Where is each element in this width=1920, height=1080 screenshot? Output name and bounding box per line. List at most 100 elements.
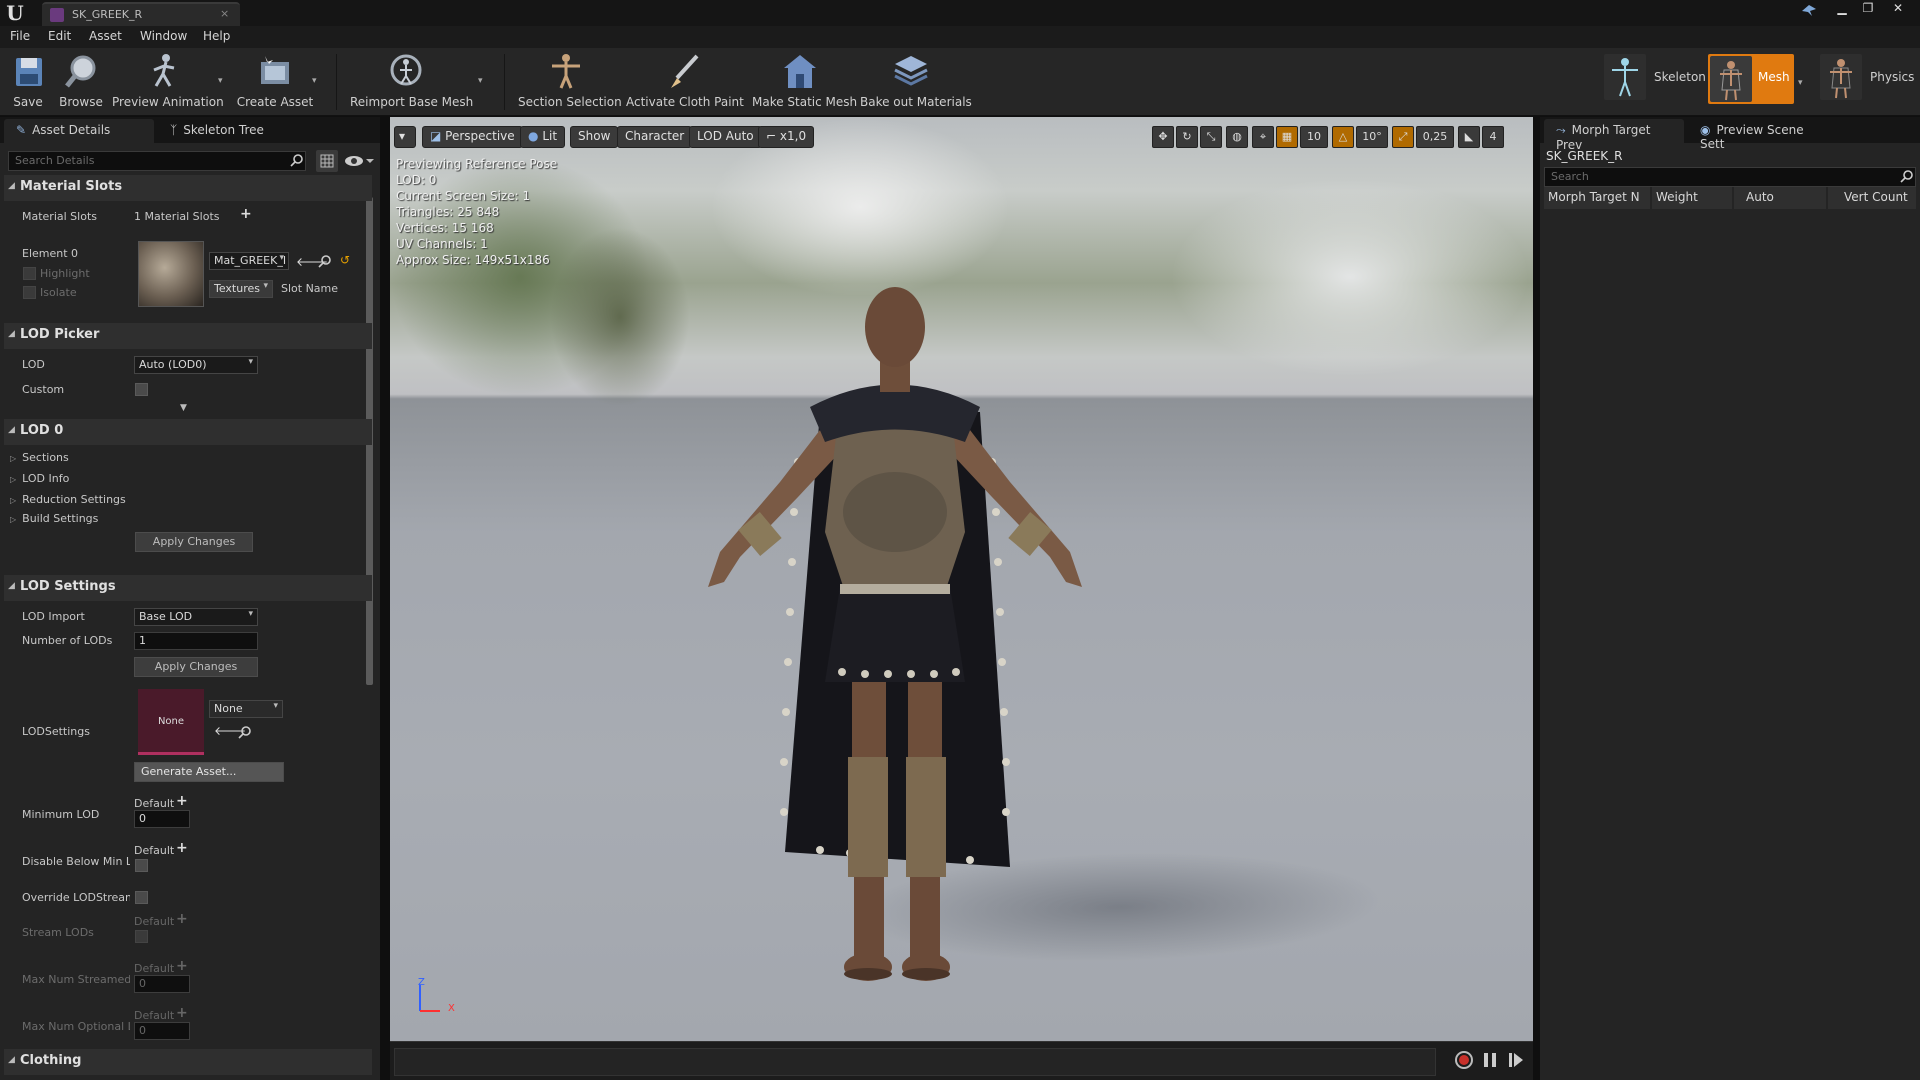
grid-snap-value[interactable]: 10 — [1300, 126, 1328, 148]
record-icon[interactable] — [1454, 1050, 1474, 1074]
rotation-snap-icon[interactable]: △ — [1332, 126, 1354, 148]
tab-asset-details[interactable]: ✎ Asset Details — [4, 119, 154, 143]
tree-item-build-settings[interactable]: ▷ Build Settings — [10, 512, 98, 525]
create-asset-button[interactable]: Create Asset — [236, 48, 314, 114]
highlight-checkbox[interactable] — [23, 267, 36, 280]
lod-settings-section-header[interactable]: ◢ LOD Settings — [4, 575, 372, 601]
number-of-lods-input[interactable]: 1 — [134, 632, 258, 650]
surface-snap-icon[interactable]: ⌖ — [1252, 126, 1274, 148]
tree-item-sections[interactable]: ▷ Sections — [10, 451, 69, 464]
tree-item-lod-info[interactable]: ▷ LOD Info — [10, 472, 69, 485]
minimize-button[interactable]: ▁ — [1829, 0, 1855, 18]
3d-viewport[interactable]: ▾ ◪ Perspective ● Lit Show Character LOD… — [390, 117, 1533, 1041]
grid-snap-icon[interactable]: ▦ — [1276, 126, 1298, 148]
save-button[interactable]: Save — [8, 48, 48, 114]
timeline-track[interactable] — [394, 1048, 1436, 1076]
menu-window[interactable]: Window — [140, 29, 187, 43]
camera-speed-value[interactable]: 4 — [1482, 126, 1504, 148]
menu-file[interactable]: File — [10, 29, 30, 43]
reset-to-default-icon[interactable]: ↺ — [340, 253, 350, 267]
minimum-lod-input[interactable]: 0 — [134, 810, 190, 828]
lit-button[interactable]: ● Lit — [520, 126, 566, 148]
material-picker-dropdown[interactable]: Mat_GREEK_I ▾ — [209, 252, 289, 270]
add-platform-override-icon[interactable]: + — [176, 793, 188, 809]
menu-edit[interactable]: Edit — [48, 29, 71, 43]
asset-document-tab[interactable]: SK_GREEK_R × — [42, 2, 240, 26]
lod-import-dropdown[interactable]: Base LOD ▾ — [134, 608, 258, 626]
tab-close-icon[interactable]: × — [220, 7, 229, 20]
tab-preview-scene-settings[interactable]: ◉ Preview Scene Sett — [1688, 119, 1838, 151]
add-platform-override-icon[interactable]: + — [176, 840, 188, 856]
tab-skeleton-tree[interactable]: ᛉ Skeleton Tree — [158, 119, 308, 143]
lod-picker-section-header[interactable]: ◢ LOD Picker — [4, 323, 372, 349]
camera-speed-icon[interactable]: ◣ — [1458, 126, 1480, 148]
translate-icon[interactable]: ✥ — [1152, 126, 1174, 148]
browse-magnifier-icon[interactable] — [238, 725, 252, 739]
viewport-options-button[interactable]: ▾ — [394, 126, 416, 148]
info-lod: LOD: 0 — [396, 173, 437, 187]
lod0-apply-changes-button[interactable]: Apply Changes — [135, 532, 253, 552]
browse-magnifier-icon[interactable] — [318, 254, 332, 268]
visibility-eye-icon[interactable] — [344, 153, 374, 169]
mode-mesh-button[interactable]: Mesh — [1708, 54, 1794, 104]
rotate-icon[interactable]: ↻ — [1176, 126, 1198, 148]
scale-icon[interactable]: ⤡ — [1200, 126, 1222, 148]
pause-icon[interactable] — [1482, 1050, 1498, 1074]
make-static-mesh-button[interactable]: Make Static Mesh — [752, 48, 857, 114]
column-weight[interactable]: Weight — [1652, 187, 1732, 209]
greek-warrior-character-mesh[interactable] — [680, 212, 1150, 1041]
textures-dropdown[interactable]: Textures ▾ — [209, 280, 273, 298]
tab-morph-target-preview[interactable]: ⤳ Morph Target Prev — [1544, 119, 1684, 152]
step-forward-icon[interactable] — [1508, 1050, 1524, 1074]
material-thumbnail[interactable] — [138, 241, 204, 307]
playback-speed-button[interactable]: ⌐ x1,0 — [758, 126, 815, 148]
activate-cloth-paint-button[interactable]: Activate Cloth Paint — [626, 48, 744, 114]
disable-below-min-lod-checkbox[interactable] — [135, 859, 148, 872]
morph-target-search-input[interactable]: Search — [1544, 167, 1916, 187]
add-material-slot-icon[interactable]: + — [240, 206, 252, 222]
clothing-section-header[interactable]: ◢ Clothing — [4, 1049, 372, 1075]
character-button[interactable]: Character — [617, 126, 693, 148]
menu-help[interactable]: Help — [203, 29, 230, 43]
bake-out-materials-button[interactable]: Bake out Materials — [860, 48, 972, 114]
details-search-input[interactable]: Search Details — [8, 151, 306, 171]
show-button[interactable]: Show — [570, 126, 619, 148]
lodsettings-thumbnail[interactable]: None — [138, 689, 204, 755]
reimport-base-mesh-button[interactable]: Reimport Base Mesh — [350, 48, 473, 114]
perspective-button[interactable]: ◪ Perspective — [422, 126, 523, 148]
scale-snap-icon[interactable]: ⤢ — [1392, 126, 1414, 148]
menu-asset[interactable]: Asset — [89, 29, 122, 43]
tree-item-reduction-settings[interactable]: ▷ Reduction Settings — [10, 493, 126, 506]
mode-skeleton-button[interactable]: Skeleton — [1604, 54, 1706, 104]
close-button[interactable]: ✕ — [1885, 0, 1911, 18]
preview-animation-button[interactable]: Preview Animation — [112, 48, 224, 114]
mode-physics-button[interactable]: Physics — [1820, 54, 1920, 104]
material-slots-section-header[interactable]: ◢ Material Slots — [4, 175, 372, 201]
world-local-icon[interactable]: ◍ — [1226, 126, 1248, 148]
view-options-grid-icon[interactable] — [316, 150, 338, 172]
expand-advanced-icon[interactable]: ▼ — [180, 403, 187, 413]
reimport-dropdown-icon[interactable]: ▾ — [478, 76, 483, 86]
restore-button[interactable]: ❐ — [1855, 0, 1881, 18]
notification-icon[interactable] — [1800, 3, 1818, 17]
scale-snap-value[interactable]: 0,25 — [1416, 126, 1454, 148]
custom-checkbox[interactable] — [135, 383, 148, 396]
section-selection-button[interactable]: Section Selection — [518, 48, 622, 114]
lod-auto-button[interactable]: LOD Auto — [689, 126, 762, 148]
isolate-checkbox[interactable] — [23, 286, 36, 299]
column-morph-target-name[interactable]: Morph Target N — [1544, 187, 1650, 209]
mesh-mode-dropdown-icon[interactable]: ▾ — [1798, 78, 1803, 88]
lod-settings-apply-changes-button[interactable]: Apply Changes — [134, 657, 258, 677]
rotation-snap-value[interactable]: 10° — [1356, 126, 1388, 148]
preview-animation-dropdown-icon[interactable]: ▾ — [218, 76, 223, 86]
create-asset-dropdown-icon[interactable]: ▾ — [312, 76, 317, 86]
lod-dropdown[interactable]: Auto (LOD0) ▾ — [134, 356, 258, 374]
lodsettings-asset-dropdown[interactable]: None ▾ — [209, 700, 283, 718]
column-auto[interactable]: Auto — [1734, 187, 1826, 209]
override-lod-streaming-checkbox[interactable] — [135, 891, 148, 904]
generate-asset-button[interactable]: Generate Asset... — [134, 762, 284, 782]
lod0-section-header[interactable]: ◢ LOD 0 — [4, 419, 372, 445]
browse-button[interactable]: Browse — [58, 48, 104, 114]
column-vert-count[interactable]: Vert Count — [1828, 187, 1916, 209]
unreal-logo-icon[interactable]: U — [2, 1, 28, 25]
